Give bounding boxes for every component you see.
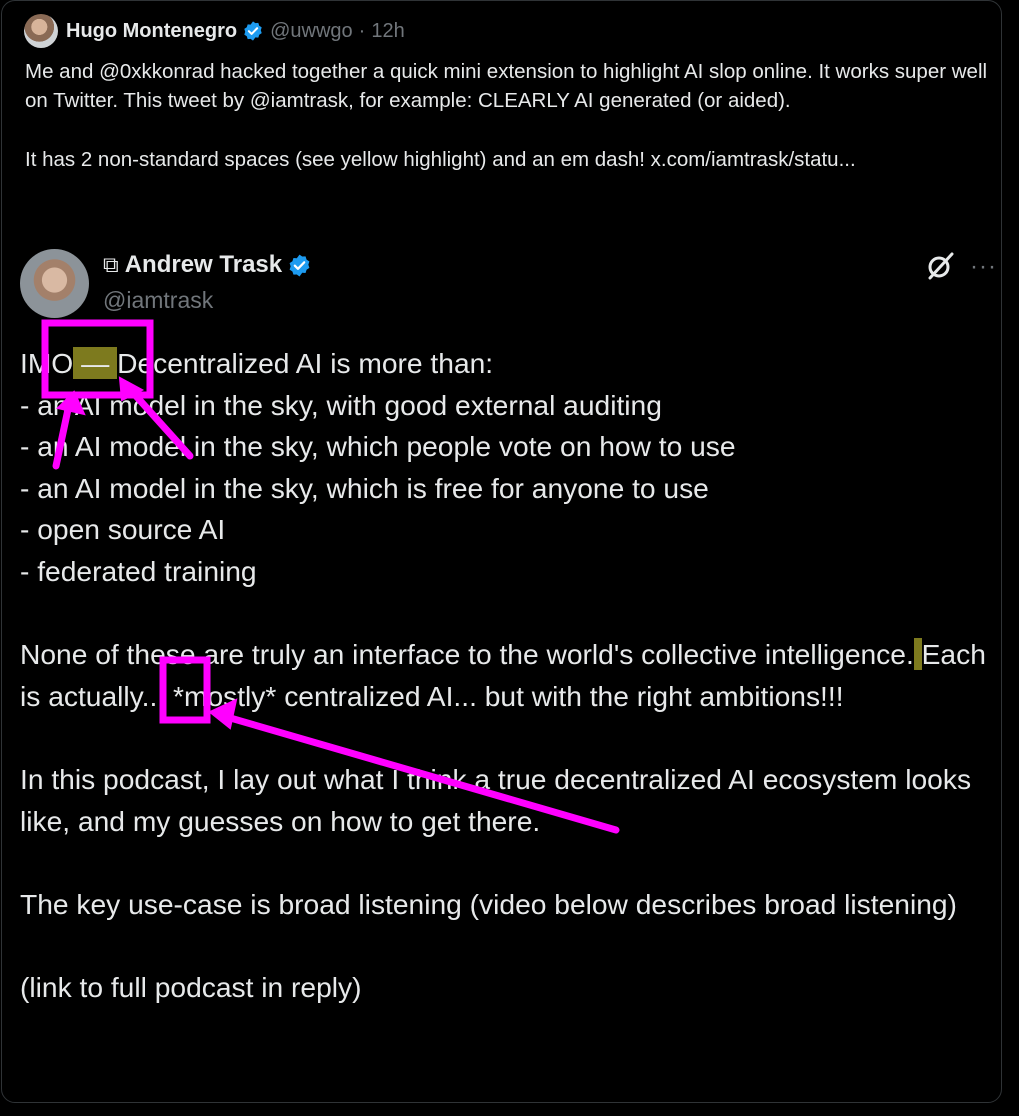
body-paragraph-4: The key use-case is broad listening (vid… — [20, 887, 957, 920]
body-line-3: - an AI model in the sky, which people v… — [20, 430, 736, 463]
quoted-author-avatar[interactable] — [20, 249, 89, 318]
verified-badge-icon — [244, 21, 262, 41]
quoted-author-handle[interactable]: @iamtrask — [103, 287, 213, 314]
quoted-tweet-body: IMO — Decentralized AI is more than: - a… — [20, 343, 1001, 1009]
outer-tweet-paragraph-2: It has 2 non-standard spaces (see yellow… — [25, 148, 856, 171]
more-icon[interactable]: ··· — [970, 255, 997, 279]
body-line-6: - federated training — [20, 554, 257, 587]
timestamp[interactable]: 12h — [371, 20, 404, 43]
body-line-1: IMO — Decentralized AI is more than: — [20, 347, 494, 379]
outer-tweet-header: Hugo Montenegro @uwwgo · 12h — [24, 13, 405, 49]
body-paragraph-5: (link to full podcast in reply) — [20, 970, 362, 1003]
outer-tweet-paragraph-1: Me and @0xkkonrad hacked together a quic… — [25, 60, 988, 112]
body-line-4: - an AI model in the sky, which is free … — [20, 471, 709, 504]
em-dash-highlight: — — [73, 347, 118, 379]
author-name[interactable]: Hugo Montenegro — [66, 20, 237, 43]
grok-icon[interactable] — [925, 251, 955, 281]
verified-badge-icon — [289, 254, 310, 276]
nonstandard-space-highlight — [913, 638, 922, 671]
quoted-author-name[interactable]: Andrew Trask — [125, 251, 282, 279]
avatar[interactable] — [24, 14, 58, 48]
affiliation-icon: ⧉ — [103, 252, 119, 277]
body-paragraph-3: In this podcast, I lay out what I think … — [20, 762, 972, 837]
outer-tweet-text: Me and @0xkkonrad hacked together a quic… — [25, 57, 990, 174]
author-handle[interactable]: @uwwgo — [270, 20, 353, 43]
body-paragraph-2: None of these are truly an interface to … — [20, 638, 986, 712]
separator-dot: · — [358, 19, 366, 42]
body-line-5: - open source AI — [20, 513, 226, 546]
body-line-2: - an AI model in the sky, with good exte… — [20, 388, 662, 421]
tweet-card[interactable]: Hugo Montenegro @uwwgo · 12h Me and @0xk… — [1, 0, 1002, 1103]
